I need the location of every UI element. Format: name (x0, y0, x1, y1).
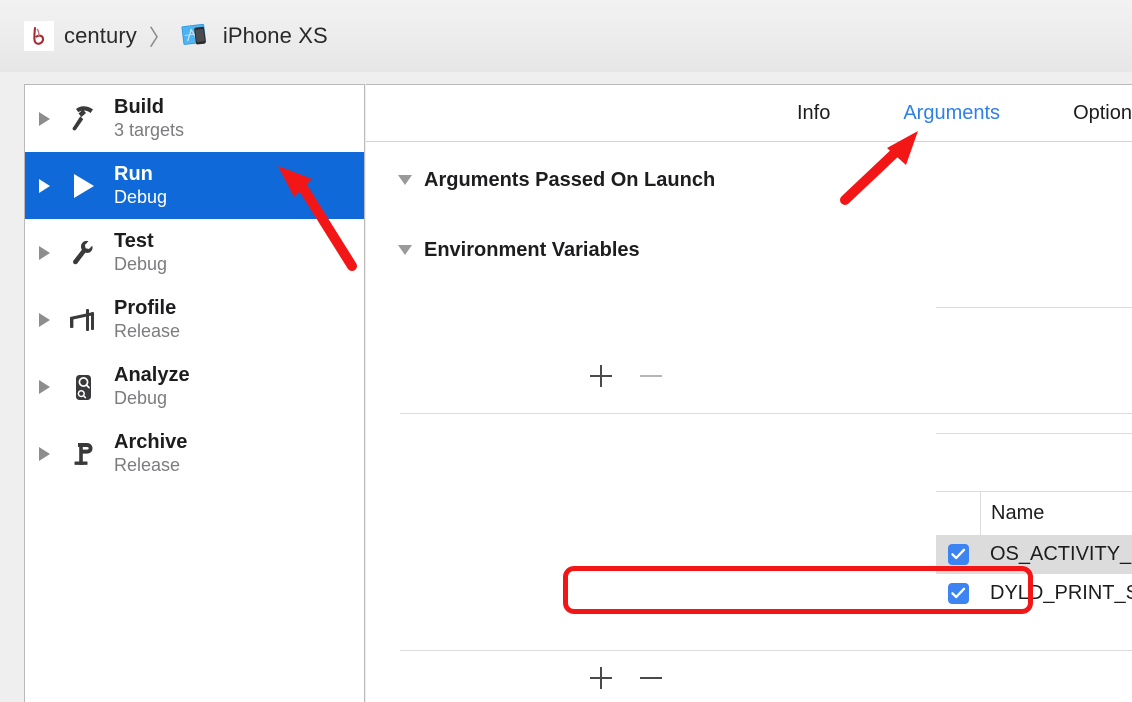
column-header-name[interactable]: Name (991, 502, 1044, 525)
xcode-scheme-editor: century 〉 iPhone XS Build 3 targets Run … (0, 0, 1132, 702)
environment-section: Environment Variables (366, 226, 1132, 274)
magnifier-icon (64, 367, 102, 407)
arguments-section-title: Arguments Passed On Launch (424, 168, 716, 191)
disclosure-triangle-icon[interactable] (39, 245, 50, 260)
breadcrumb-separator: 〉 (148, 25, 171, 50)
wrench-icon (64, 233, 102, 273)
disclosure-triangle-icon[interactable] (39, 446, 50, 461)
highlight-box (563, 566, 1033, 614)
row-enabled-checkbox[interactable] (948, 544, 969, 565)
arguments-section-header[interactable]: Arguments Passed On Launch (398, 156, 1132, 204)
disclosure-triangle-icon[interactable] (39, 111, 50, 126)
sidebar-item-subtitle: Release (114, 454, 181, 475)
chevron-down-icon[interactable] (398, 245, 412, 255)
sidebar-item-title: Profile (114, 297, 177, 320)
sidebar-item-title: Run (114, 163, 153, 186)
sidebar-item-analyze[interactable]: Analyze Debug (25, 353, 364, 420)
sidebar-item-archive[interactable]: Archive Release (25, 420, 364, 487)
section-divider (400, 650, 1132, 651)
breadcrumb-project[interactable]: century (64, 23, 137, 49)
sidebar-item-title: Archive (114, 431, 188, 454)
sidebar-item-test[interactable]: Test Debug (25, 219, 364, 286)
sidebar-item-subtitle: Debug (114, 253, 168, 274)
sidebar-item-title: Test (114, 230, 154, 253)
environment-remove-button[interactable] (634, 661, 668, 695)
disclosure-triangle-icon[interactable] (39, 312, 50, 327)
arguments-section: Arguments Passed On Launch (366, 156, 1132, 204)
section-divider (400, 413, 1132, 414)
scheme-action-list: Build 3 targets Run Debug Test Debug Pro… (24, 84, 365, 702)
tab-options[interactable]: Options (1073, 102, 1132, 125)
sidebar-item-title: Build (114, 96, 164, 119)
sidebar-item-subtitle: Release (114, 320, 181, 341)
sidebar-item-subtitle: 3 targets (114, 119, 185, 140)
arguments-add-button[interactable] (584, 359, 618, 393)
hammer-icon (64, 99, 102, 139)
environment-add-button[interactable] (584, 661, 618, 695)
sidebar-item-subtitle: Debug (114, 186, 168, 207)
disclosure-triangle-icon[interactable] (39, 379, 50, 394)
environment-section-title: Environment Variables (424, 238, 640, 261)
environment-add-remove-controls (584, 661, 668, 695)
breadcrumb-bar: century 〉 iPhone XS (0, 0, 1132, 72)
gauge-icon (64, 300, 102, 340)
env-var-name[interactable]: OS_ACTIVITY_MODE (990, 543, 1132, 566)
sidebar-item-title: Analyze (114, 364, 190, 387)
tab-arguments[interactable]: Arguments (903, 102, 1000, 125)
arguments-remove-button[interactable] (634, 359, 668, 393)
breadcrumb-device[interactable]: iPhone XS (223, 23, 328, 49)
sidebar-item-run[interactable]: Run Debug (25, 152, 364, 219)
tab-info[interactable]: Info (797, 102, 830, 125)
environment-section-header[interactable]: Environment Variables (398, 226, 1132, 274)
arguments-add-remove-controls (584, 359, 668, 393)
sidebar-item-profile[interactable]: Profile Release (25, 286, 364, 353)
iphone-device-icon[interactable] (181, 21, 213, 51)
disclosure-triangle-icon[interactable] (39, 178, 50, 193)
arguments-list[interactable]: No Arguments (936, 307, 1132, 434)
app-logo-icon[interactable] (24, 21, 54, 51)
play-icon (64, 166, 102, 206)
tab-bar: Info Arguments Options (366, 85, 1132, 142)
sidebar-item-build[interactable]: Build 3 targets (25, 85, 364, 152)
archive-icon (64, 434, 102, 474)
table-header-row: Name Value (936, 492, 1132, 535)
chevron-down-icon[interactable] (398, 175, 412, 185)
sidebar-item-subtitle: Debug (114, 387, 168, 408)
